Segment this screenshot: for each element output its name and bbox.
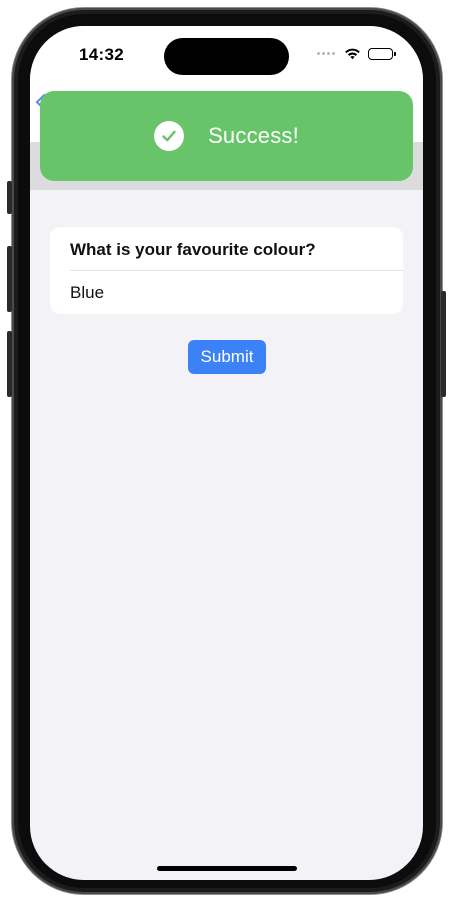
- answer-input[interactable]: [70, 271, 390, 314]
- checkmark-circle-icon: [154, 121, 185, 151]
- dynamic-island: [164, 38, 289, 75]
- screen: 14:32 Success! What is your favourite co…: [30, 26, 423, 880]
- status-bar: 14:32: [30, 26, 423, 86]
- status-icons: [317, 47, 396, 60]
- wifi-icon: [345, 48, 360, 60]
- power-button: [441, 291, 446, 397]
- home-indicator[interactable]: [157, 866, 297, 871]
- action-button: [7, 181, 12, 214]
- submit-button[interactable]: Submit: [188, 340, 266, 374]
- question-label: What is your favourite colour?: [70, 240, 316, 259]
- volume-up-button: [7, 246, 12, 312]
- cellular-signal-icon: [317, 52, 335, 55]
- volume-down-button: [7, 331, 12, 397]
- battery-icon: [368, 47, 396, 60]
- status-time: 14:32: [79, 45, 124, 64]
- success-toast[interactable]: Success!: [40, 91, 413, 181]
- question-card: What is your favourite colour?: [50, 227, 403, 314]
- toast-message: Success!: [208, 123, 299, 148]
